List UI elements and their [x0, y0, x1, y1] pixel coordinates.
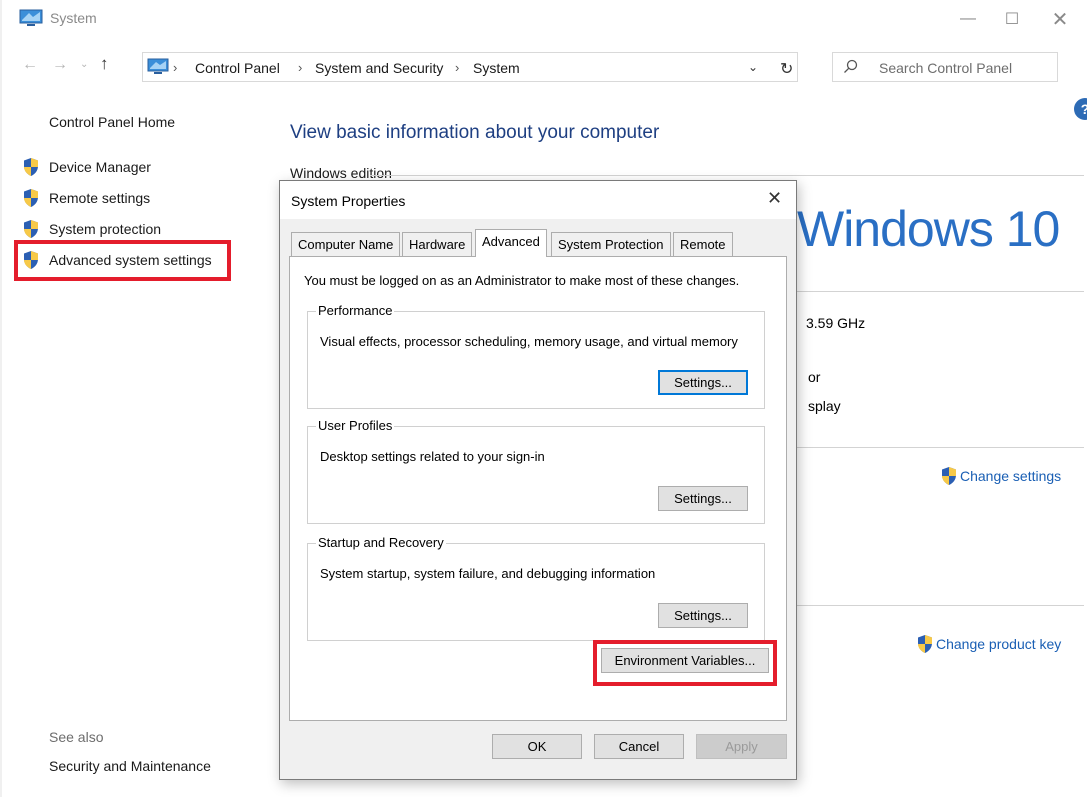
section-divider [797, 291, 1084, 292]
group-description: Visual effects, processor scheduling, me… [320, 334, 738, 349]
system-monitor-icon [19, 9, 43, 26]
sidebar-item-label: System protection [49, 221, 162, 237]
tab-advanced[interactable]: Advanced [475, 229, 547, 257]
uac-shield-icon [24, 158, 38, 176]
tab-system-protection[interactable]: System Protection [551, 232, 671, 256]
breadcrumb-separator: › [298, 60, 303, 75]
sidebar-item-label: Remote settings [49, 190, 151, 206]
section-divider [797, 447, 1084, 448]
user-profiles-settings-button[interactable]: Settings... [658, 486, 748, 511]
apply-button[interactable]: Apply [696, 734, 787, 759]
group-label: Startup and Recovery [316, 535, 446, 550]
uac-shield-icon [24, 220, 38, 238]
change-settings-label: Change settings [960, 468, 1062, 484]
group-label: Performance [316, 303, 395, 318]
highlight-box-advanced-system-settings [14, 240, 231, 281]
uac-shield-icon [918, 635, 932, 653]
change-settings-link[interactable]: Change settings [940, 466, 1061, 486]
window-left-border [0, 0, 2, 797]
tab-hardware[interactable]: Hardware [402, 232, 473, 256]
minimize-button[interactable]: — [948, 4, 988, 34]
back-icon[interactable]: ← [22, 56, 38, 74]
tab-remote[interactable]: Remote [673, 232, 733, 256]
security-and-maintenance-link[interactable]: Security and Maintenance [49, 758, 211, 774]
navigation-bar: ← → ⌄ ↑ › Control Panel › System and Sec… [0, 46, 1087, 86]
administrator-note: You must be logged on as an Administrato… [304, 273, 740, 288]
dialog-title: System Properties [291, 193, 406, 209]
cancel-button[interactable]: Cancel [594, 734, 684, 759]
window-title: System [50, 10, 97, 26]
address-bar[interactable]: › Control Panel › System and Security › … [142, 52, 798, 82]
maximize-button[interactable]: ☐ [992, 4, 1032, 34]
section-divider [370, 175, 1084, 176]
sidebar-item-label: Device Manager [49, 159, 151, 175]
dialog-close-button[interactable]: ✕ [767, 188, 782, 209]
control-panel-home-link[interactable]: Control Panel Home [49, 114, 175, 130]
group-label: User Profiles [316, 418, 395, 433]
sidebar-item-remote-settings[interactable]: Remote settings [22, 187, 150, 209]
sidebar-item-system-protection[interactable]: System protection [22, 218, 161, 240]
windows-10-logo-text: Windows 10 [797, 201, 1060, 257]
breadcrumb-separator: › [173, 60, 178, 75]
forward-icon[interactable]: → [52, 56, 68, 74]
text-fragment-or: or [808, 369, 821, 385]
ok-button[interactable]: OK [492, 734, 582, 759]
dialog-title-bar: System Properties ✕ [280, 181, 796, 219]
breadcrumb-control-panel[interactable]: Control Panel [195, 60, 280, 76]
breadcrumb-system[interactable]: System [473, 60, 520, 76]
breadcrumb-separator: › [455, 60, 460, 75]
refresh-icon[interactable]: ↻ [780, 59, 793, 79]
page-title: View basic information about your comput… [290, 122, 660, 143]
sidebar-item-device-manager[interactable]: Device Manager [22, 156, 151, 178]
startup-and-recovery-group: Startup and Recovery System startup, sys… [307, 535, 765, 641]
processor-speed-text: 3.59 GHz [806, 315, 866, 331]
breadcrumb-system-and-security[interactable]: System and Security [315, 60, 443, 76]
windows-edition-heading: Windows edition [290, 165, 392, 181]
group-description: Desktop settings related to your sign-in [320, 449, 545, 464]
up-icon[interactable]: ↑ [100, 54, 109, 74]
see-also-heading: See also [49, 729, 104, 745]
group-description: System startup, system failure, and debu… [320, 566, 656, 581]
highlight-box-environment-variables [593, 640, 777, 686]
change-product-key-link[interactable]: Change product key [916, 634, 1061, 654]
uac-shield-icon [942, 467, 956, 485]
search-placeholder: Search Control Panel [879, 60, 1013, 76]
tab-computer-name[interactable]: Computer Name [291, 232, 401, 256]
startup-recovery-settings-button[interactable]: Settings... [658, 603, 748, 628]
control-panel-icon [147, 58, 169, 74]
search-icon [844, 59, 858, 73]
change-product-key-label: Change product key [936, 636, 1062, 652]
title-bar: System — ☐ ✕ [0, 0, 1087, 38]
performance-group: Performance Visual effects, processor sc… [307, 303, 765, 409]
system-properties-dialog: System Properties ✕ Computer Name Hardwa… [279, 180, 797, 780]
help-icon[interactable]: ? [1074, 98, 1087, 120]
text-fragment-splay: splay [808, 398, 841, 414]
performance-settings-button[interactable]: Settings... [658, 370, 748, 395]
user-profiles-group: User Profiles Desktop settings related t… [307, 418, 765, 524]
address-dropdown-icon[interactable]: ⌄ [748, 60, 758, 74]
close-button[interactable]: ✕ [1040, 4, 1080, 34]
recent-locations-icon[interactable]: ⌄ [80, 59, 88, 70]
section-divider [797, 605, 1084, 606]
uac-shield-icon [24, 189, 38, 207]
search-input[interactable]: Search Control Panel [832, 52, 1058, 82]
